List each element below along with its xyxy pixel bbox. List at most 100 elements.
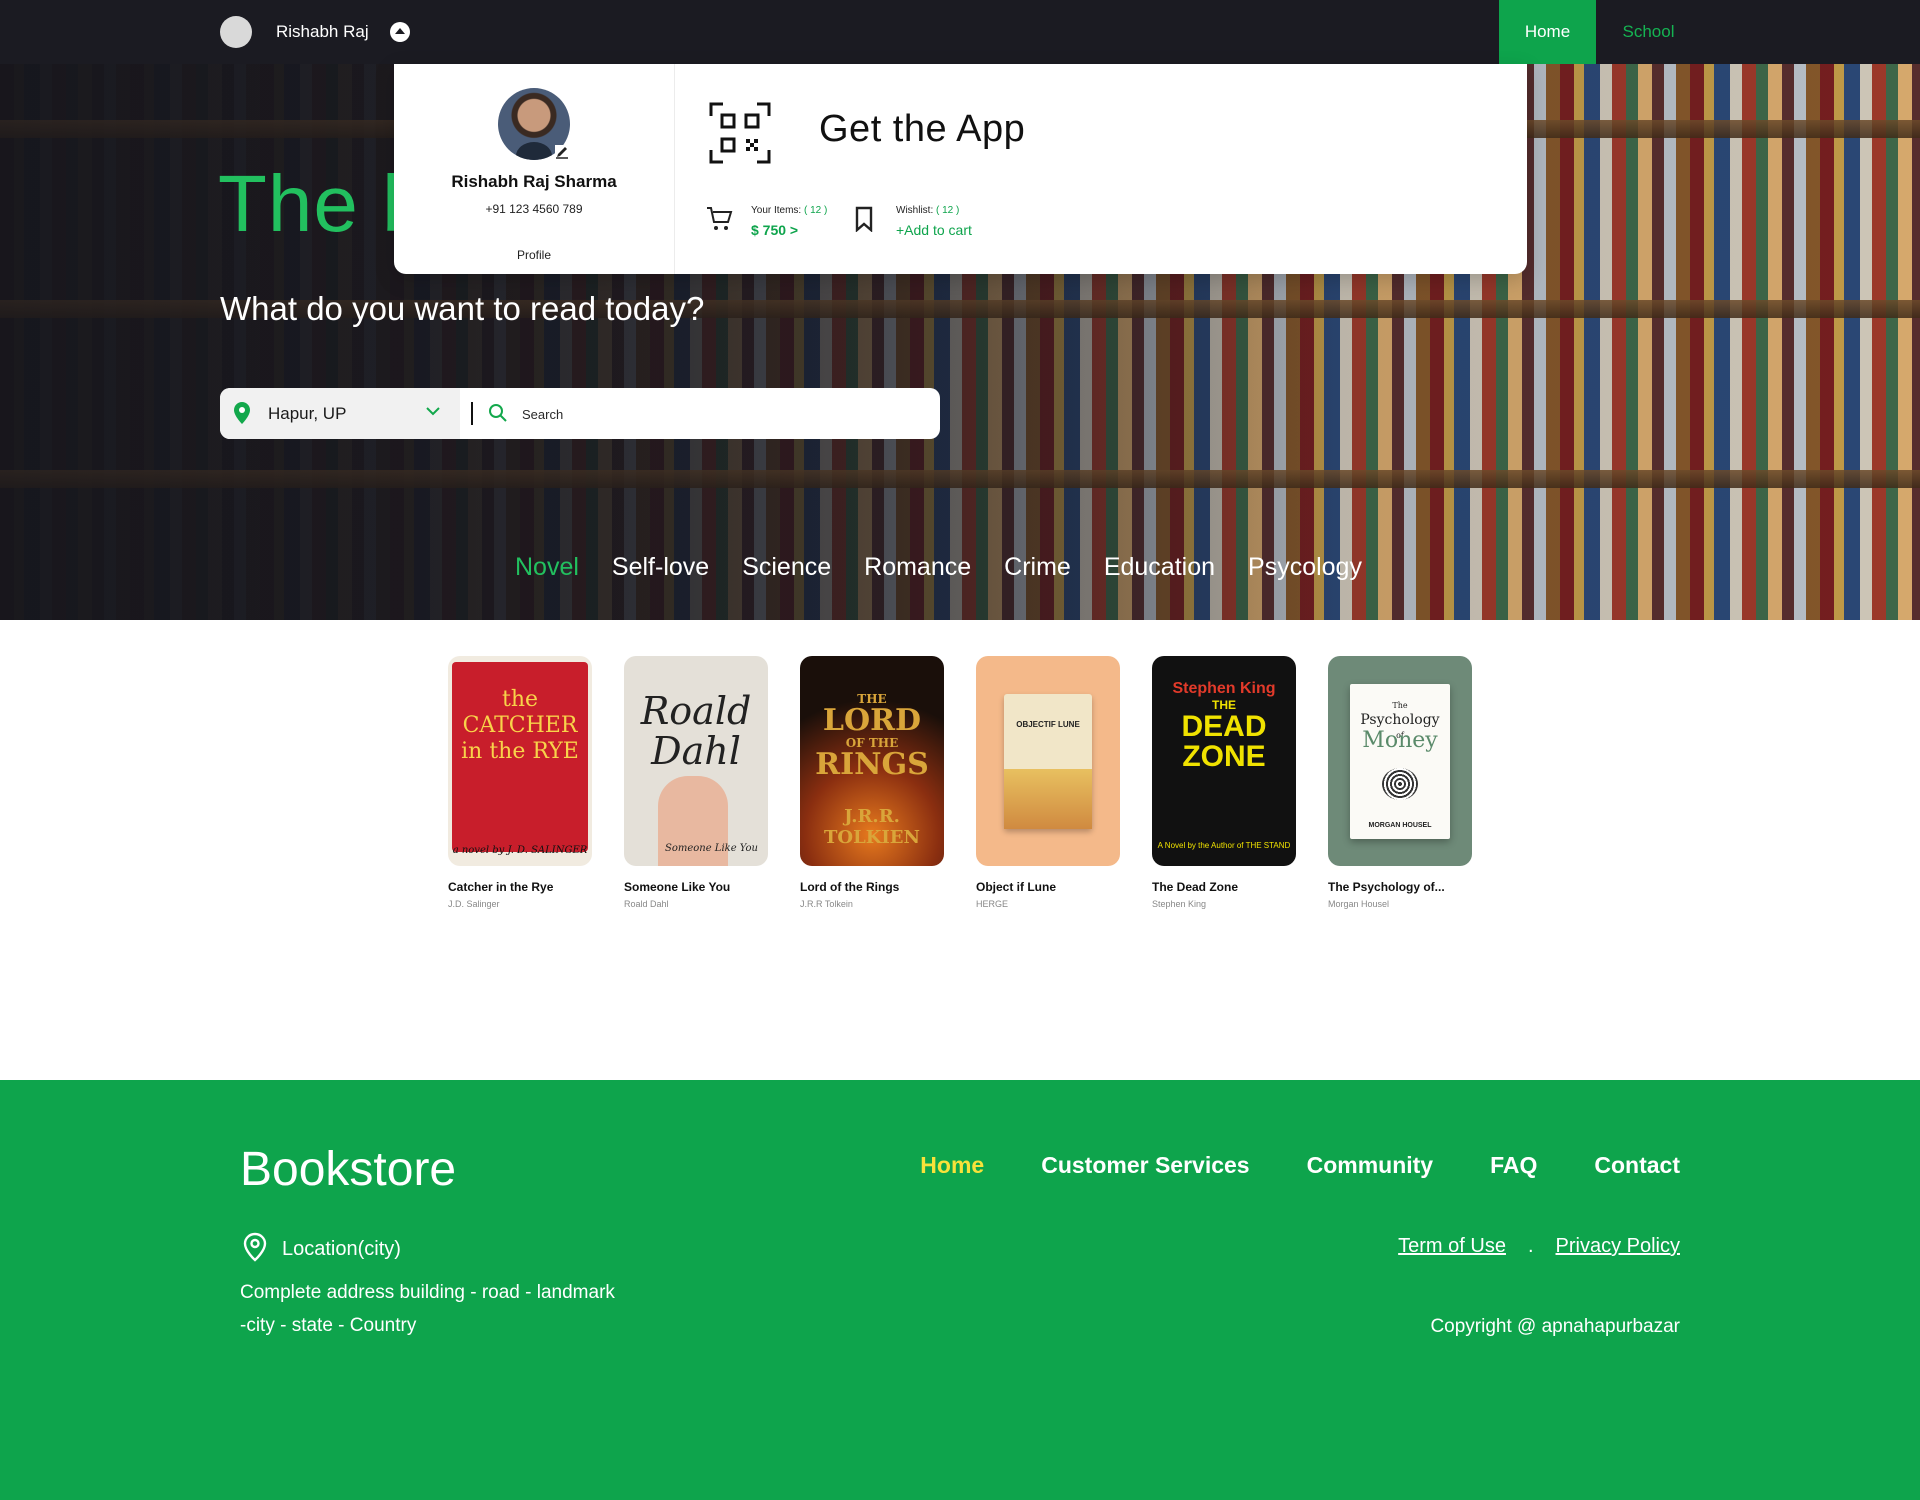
book-author: J.R.R Tolkein: [800, 899, 853, 909]
terms-link[interactable]: Term of Use: [1398, 1235, 1506, 1258]
book-cover[interactable]: the CATCHER in the RYE a novel by J. D. …: [448, 656, 592, 866]
search-icon[interactable]: [488, 403, 508, 423]
cover-title-line: RINGS: [815, 747, 929, 782]
footer-nav: Home Customer Services Community FAQ Con…: [863, 1152, 1680, 1179]
book-card[interactable]: Roald Dahl Someone Like You Someone Like…: [624, 656, 768, 909]
profile-phone: +91 123 4560 789: [485, 202, 583, 216]
cover-title-line: LORD: [822, 703, 922, 738]
book-card[interactable]: THE LORD OF THE RINGS J.R.R. TOLKIEN Lor…: [800, 656, 944, 909]
location-select[interactable]: Hapur, UP: [220, 388, 460, 439]
book-card[interactable]: the CATCHER in the RYE a novel by J. D. …: [448, 656, 592, 909]
search-input[interactable]: [520, 396, 924, 433]
footer-nav-customer-services[interactable]: Customer Services: [1041, 1152, 1249, 1179]
items-count: ( 12 ): [804, 205, 828, 216]
category-tabs: Novel Self-love Science Romance Crime Ed…: [515, 553, 1395, 582]
hero-subtitle: What do you want to read today?: [220, 290, 705, 327]
profile-link[interactable]: Profile: [394, 248, 674, 262]
cover-title: the CATCHER in the RYE: [458, 687, 582, 765]
user-name[interactable]: Rishabh Raj: [276, 22, 369, 42]
cover-subtitle: MORGAN HOUSEL: [1368, 821, 1432, 829]
tab-crime[interactable]: Crime: [1004, 553, 1071, 582]
book-title[interactable]: Catcher in the Rye: [448, 880, 592, 894]
profile-name: Rishabh Raj Sharma: [451, 172, 617, 191]
footer-address-line2: -city - state - Country: [240, 1315, 417, 1336]
cover-title-line: Dahl: [651, 729, 741, 773]
book-author: Morgan Housel: [1328, 899, 1390, 909]
edit-icon[interactable]: [554, 144, 570, 160]
bookmark-icon[interactable]: [854, 206, 874, 232]
caret-up-icon[interactable]: [390, 22, 410, 42]
tab-education[interactable]: Education: [1104, 553, 1215, 582]
cover-title-line: Roald: [640, 689, 752, 733]
book-author: HERGE: [976, 899, 1009, 909]
cover-title-main: Money: [1362, 727, 1438, 753]
tab-psycology[interactable]: Psycology: [1248, 553, 1362, 582]
book-cover[interactable]: Stephen King THE DEAD ZONE A Novel by th…: [1152, 656, 1296, 866]
cover-title: Roald Dahl: [641, 691, 752, 771]
wishlist-label-text: Wishlist:: [896, 205, 934, 216]
book-title[interactable]: The Dead Zone: [1152, 880, 1296, 894]
avatar[interactable]: [220, 16, 252, 48]
location-value: Hapur, UP: [268, 404, 347, 423]
footer-nav-home[interactable]: Home: [920, 1152, 984, 1179]
footer-nav-faq[interactable]: FAQ: [1490, 1152, 1537, 1179]
book-title[interactable]: Someone Like You: [624, 880, 768, 894]
book-card[interactable]: Stephen King THE DEAD ZONE A Novel by th…: [1152, 656, 1296, 909]
cover-illustration: [1004, 768, 1092, 829]
footer-legal-links: Term of Use . Privacy Policy: [1398, 1235, 1680, 1258]
location-pin-icon: [243, 1232, 267, 1262]
top-navbar: Rishabh Raj Home School: [0, 0, 1920, 64]
book-cover[interactable]: The Psychology of Money MORGAN HOUSEL: [1328, 656, 1472, 866]
book-title[interactable]: Object if Lune: [976, 880, 1120, 894]
text-cursor: [471, 402, 473, 425]
cover-title-line: the CATCHER: [462, 687, 578, 738]
profile-card: Rishabh Raj Sharma +91 123 4560 789 Prof…: [394, 64, 675, 274]
items-label-text: Your Items:: [751, 205, 802, 216]
cover-art: The Psychology of Money MORGAN HOUSEL: [1350, 683, 1450, 839]
nav-school[interactable]: School: [1600, 0, 1697, 64]
cover-title-line: The: [1392, 700, 1408, 710]
cover-illustration: [1382, 767, 1418, 800]
cover-title: THE LORD OF THE RINGS: [815, 692, 929, 780]
book-card[interactable]: The Psychology of Money MORGAN HOUSEL Th…: [1328, 656, 1472, 909]
book-title[interactable]: Lord of the Rings: [800, 880, 944, 894]
tab-self-love[interactable]: Self-love: [612, 553, 709, 582]
nav-home[interactable]: Home: [1499, 0, 1596, 64]
tab-novel[interactable]: Novel: [515, 553, 579, 582]
book-cover[interactable]: OBJECTIF LUNE: [976, 656, 1120, 866]
get-app-title: Get the App: [819, 108, 1026, 150]
book-list: the CATCHER in the RYE a novel by J. D. …: [448, 656, 1504, 909]
cover-subtitle: a novel by J. D. SALINGER: [452, 845, 588, 856]
chevron-down-icon[interactable]: [426, 406, 440, 416]
cart-icon[interactable]: [706, 206, 734, 232]
wishlist-label: Wishlist: ( 12 ): [896, 205, 959, 216]
book-cover[interactable]: THE LORD OF THE RINGS J.R.R. TOLKIEN: [800, 656, 944, 866]
items-price-link[interactable]: $ 750 >: [751, 222, 798, 238]
tab-romance[interactable]: Romance: [864, 553, 971, 582]
qr-code-icon[interactable]: [709, 102, 771, 164]
footer-nav-community[interactable]: Community: [1307, 1152, 1434, 1179]
footer-address-line1: Complete address building - road - landm…: [240, 1282, 615, 1303]
cover-title-line: ZONE: [1182, 740, 1266, 773]
footer-location-title: Location(city): [282, 1238, 401, 1260]
footer-nav-contact[interactable]: Contact: [1594, 1152, 1680, 1179]
book-cover[interactable]: Roald Dahl Someone Like You: [624, 656, 768, 866]
footer-copyright: Copyright @ apnahapurbazar: [1430, 1316, 1680, 1337]
book-author: Stephen King: [1152, 899, 1207, 909]
footer-brand[interactable]: Bookstore: [240, 1142, 456, 1197]
book-title[interactable]: The Psychology of...: [1328, 880, 1472, 894]
book-card[interactable]: OBJECTIF LUNE Object if Lune HERGE: [976, 656, 1120, 909]
cover-title: THE DEAD ZONE: [1181, 698, 1266, 772]
link-separator: .: [1527, 1235, 1534, 1257]
cover-title-line: DEAD: [1181, 710, 1267, 743]
privacy-link[interactable]: Privacy Policy: [1556, 1235, 1680, 1258]
cover-author: Stephen King: [1172, 680, 1276, 697]
cover-title: OBJECTIF LUNE: [1016, 719, 1080, 729]
add-to-cart-link[interactable]: +Add to cart: [896, 222, 972, 238]
cover-subtitle: J.R.R. TOLKIEN: [824, 806, 920, 848]
cover-art: OBJECTIF LUNE: [1004, 693, 1092, 829]
cover-subtitle: Someone Like You: [664, 843, 758, 854]
cover-title-line: Psychology: [1360, 711, 1440, 728]
tab-science[interactable]: Science: [742, 553, 831, 582]
items-label: Your Items: ( 12 ): [751, 205, 827, 216]
